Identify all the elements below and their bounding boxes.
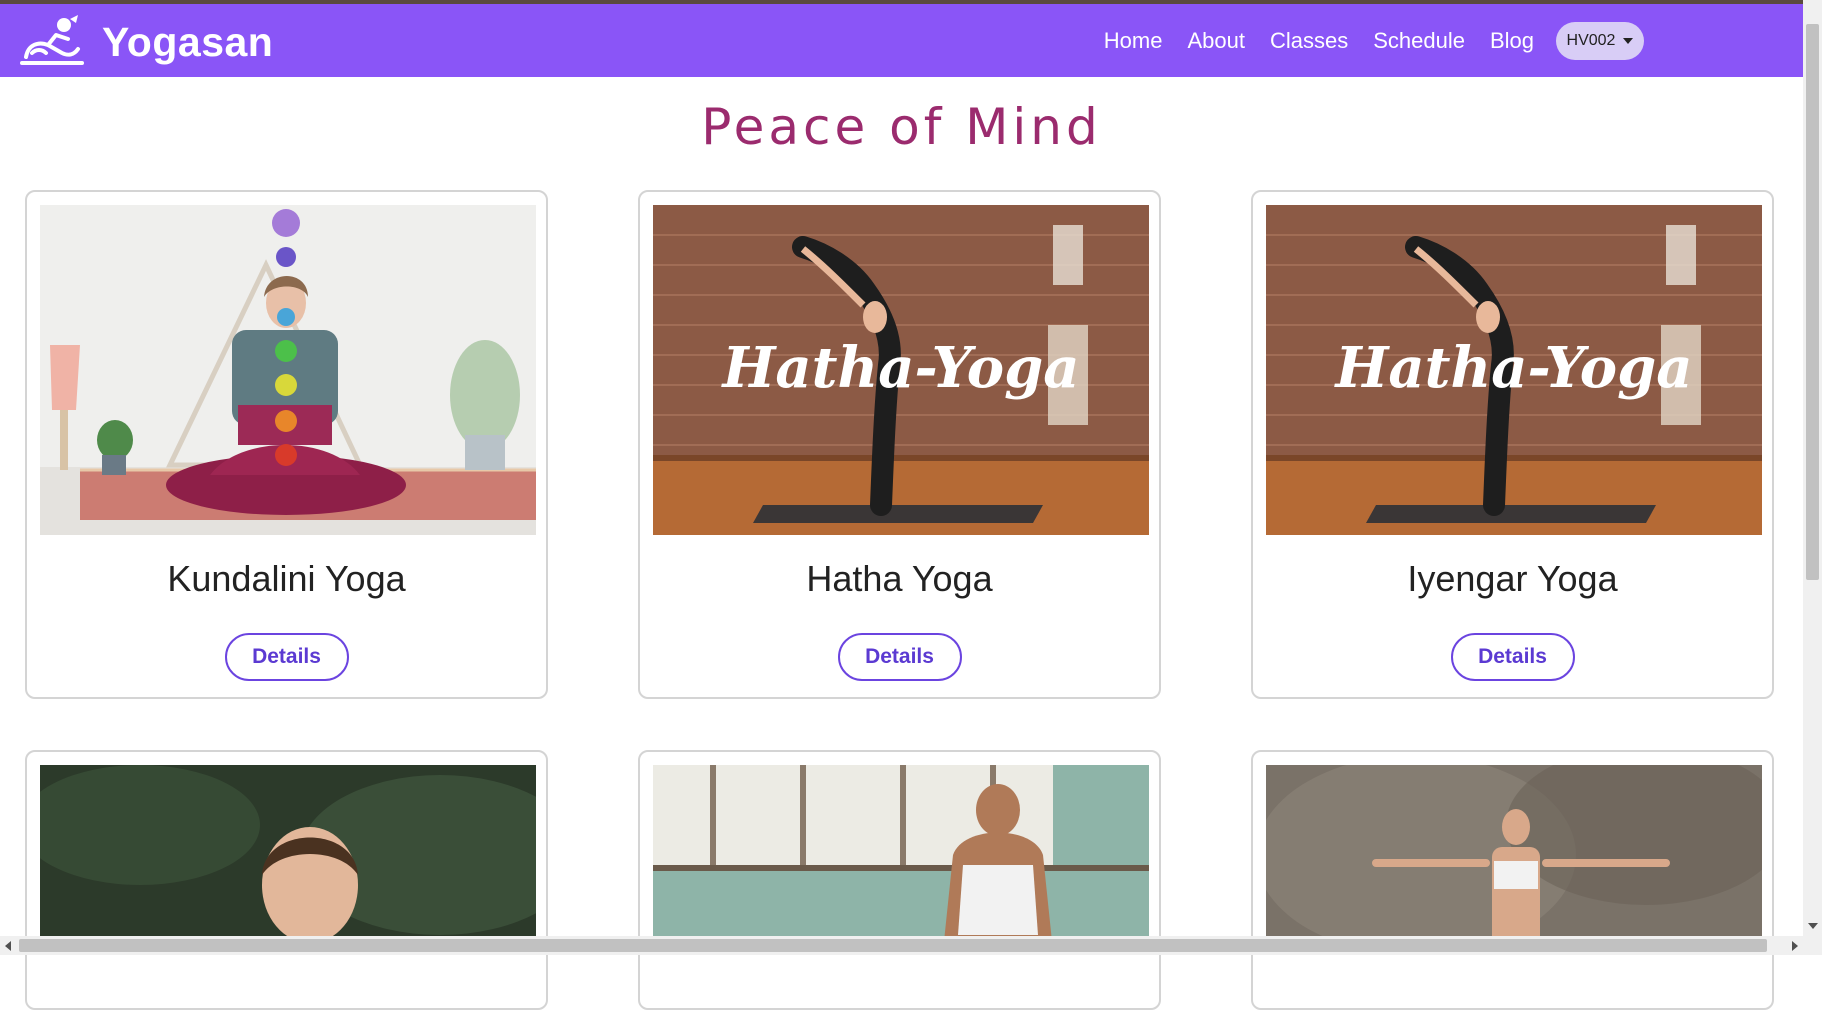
class-card-row2-3 — [1251, 750, 1774, 1010]
nav-blog[interactable]: Blog — [1490, 28, 1534, 54]
card-title: Iyengar Yoga — [1407, 558, 1618, 599]
nav-links: Home About Classes Schedule Blog HV002 — [1104, 4, 1803, 77]
card-title: Kundalini Yoga — [167, 558, 406, 599]
scroll-left-arrow-icon[interactable] — [5, 941, 11, 951]
class-card-kundalini: Kundalini Yoga Details — [25, 190, 548, 699]
vertical-scrollbar[interactable] — [1803, 0, 1822, 955]
nav-about[interactable]: About — [1187, 28, 1245, 54]
yoga-pose-image — [653, 765, 1149, 951]
page-title: Peace of Mind — [701, 98, 1102, 156]
hatha-yoga-image: Hatha-Yoga — [653, 205, 1149, 535]
user-id: HV002 — [1566, 31, 1616, 49]
iyengar-yoga-image: Hatha-Yoga — [1266, 205, 1762, 535]
class-card-row2-2 — [638, 750, 1161, 1010]
horizontal-scrollbar[interactable] — [0, 936, 1803, 955]
class-card-iyengar: Hatha-Yoga Iyengar Yoga Details — [1251, 190, 1774, 699]
details-button-hatha[interactable]: Details — [837, 633, 962, 681]
caret-down-icon — [1623, 37, 1634, 44]
card-title: Hatha Yoga — [806, 558, 993, 599]
user-dropdown-button[interactable]: HV002 — [1556, 21, 1644, 60]
vertical-scroll-thumb[interactable] — [1806, 24, 1819, 580]
horizontal-scroll-thumb[interactable] — [19, 939, 1767, 952]
nav-classes[interactable]: Classes — [1270, 28, 1348, 54]
image-caption: Hatha-Yoga — [722, 335, 1080, 401]
scroll-right-arrow-icon[interactable] — [1792, 941, 1798, 951]
class-card-hatha: Hatha-Yoga Hatha Yoga Details — [638, 190, 1161, 699]
navbar: Yogasan Home About Classes Schedule Blog… — [0, 4, 1803, 77]
class-card-row2-1 — [25, 750, 548, 1010]
image-caption: Hatha-Yoga — [1335, 335, 1693, 401]
details-button-iyengar[interactable]: Details — [1450, 633, 1575, 681]
meditation-image — [40, 765, 536, 951]
nav-schedule[interactable]: Schedule — [1373, 28, 1465, 54]
yoga-logo-icon — [18, 13, 86, 72]
brand[interactable]: Yogasan — [18, 14, 273, 70]
brand-name: Yogasan — [102, 18, 274, 65]
warrior-pose-image — [1266, 765, 1762, 951]
details-button-kundalini[interactable]: Details — [224, 633, 349, 681]
kundalini-yoga-image — [40, 205, 536, 535]
nav-home[interactable]: Home — [1104, 28, 1163, 54]
scroll-down-arrow-icon[interactable] — [1808, 923, 1818, 929]
